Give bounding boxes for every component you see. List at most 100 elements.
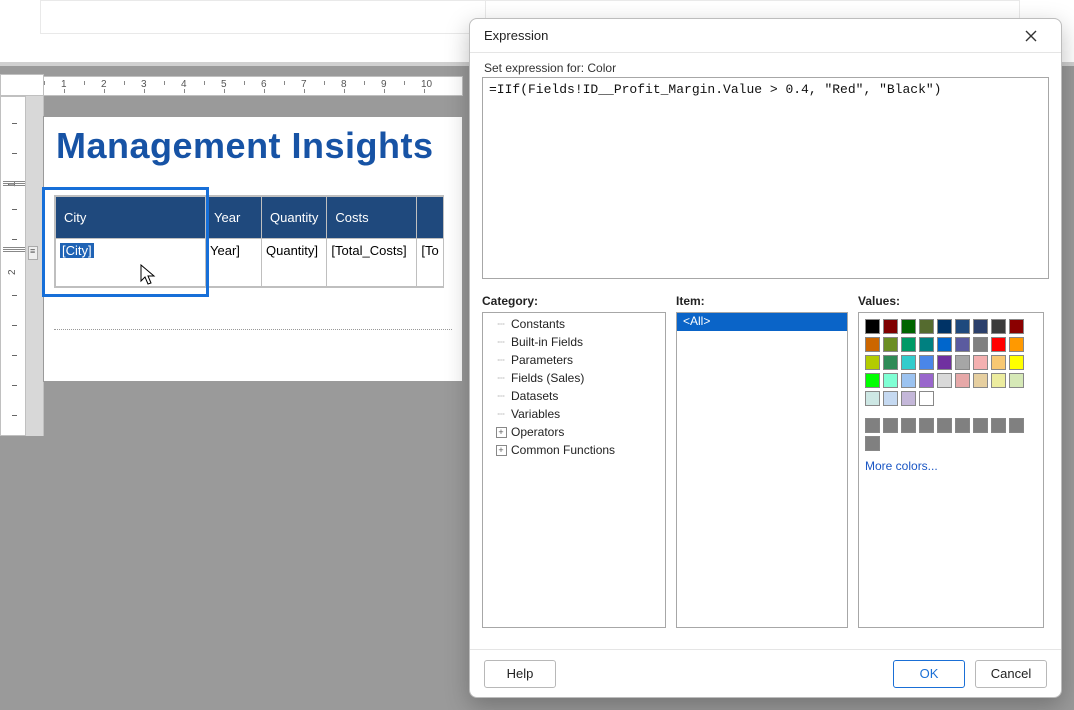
color-swatch[interactable]	[919, 319, 934, 334]
color-swatch[interactable]	[919, 391, 934, 406]
help-button[interactable]: Help	[484, 660, 556, 688]
color-swatch[interactable]	[865, 391, 880, 406]
mouse-cursor-icon	[140, 264, 158, 286]
color-swatch[interactable]	[883, 418, 898, 433]
tablix[interactable]: City Year Quantity Costs [City] Year] Qu…	[54, 195, 444, 288]
color-swatch[interactable]	[973, 373, 988, 388]
cancel-button[interactable]: Cancel	[975, 660, 1047, 688]
color-swatch[interactable]	[865, 373, 880, 388]
color-swatch[interactable]	[865, 319, 880, 334]
color-swatch[interactable]	[955, 355, 970, 370]
category-item[interactable]: ┈Datasets	[487, 387, 665, 405]
expression-dialog: Expression Set expression for: Color Cat…	[469, 18, 1062, 698]
values-panel[interactable]: More colors...	[858, 312, 1044, 628]
color-swatch[interactable]	[919, 373, 934, 388]
item-listbox[interactable]: <All>	[676, 312, 848, 628]
color-swatch[interactable]	[901, 337, 916, 352]
color-swatch[interactable]	[1009, 355, 1024, 370]
col-header-extra[interactable]	[417, 197, 443, 239]
cell-costs[interactable]: [Total_Costs]	[327, 239, 417, 287]
color-swatch[interactable]	[937, 418, 952, 433]
row-grip-handle[interactable]	[28, 246, 38, 260]
col-header-costs[interactable]: Costs	[327, 197, 417, 239]
cell-city[interactable]: [City]	[56, 239, 206, 287]
section-divider-dots	[54, 329, 452, 330]
color-swatch[interactable]	[865, 337, 880, 352]
color-swatch[interactable]	[937, 355, 952, 370]
more-colors-link[interactable]: More colors...	[865, 459, 1037, 473]
dialog-titlebar[interactable]: Expression	[470, 19, 1061, 53]
color-swatch[interactable]	[1009, 337, 1024, 352]
color-swatch[interactable]	[991, 337, 1006, 352]
color-swatch[interactable]	[1009, 373, 1024, 388]
color-swatch[interactable]	[973, 418, 988, 433]
col-header-year[interactable]: Year	[206, 197, 262, 239]
item-header: Item:	[676, 294, 848, 308]
dialog-footer: Help OK Cancel	[470, 649, 1061, 697]
cell-year[interactable]: Year]	[206, 239, 262, 287]
color-swatch[interactable]	[991, 418, 1006, 433]
dialog-title: Expression	[484, 28, 548, 43]
category-item[interactable]: ┈Variables	[487, 405, 665, 423]
color-swatch[interactable]	[883, 373, 898, 388]
ok-button[interactable]: OK	[893, 660, 965, 688]
category-item[interactable]: ┈Fields (Sales)	[487, 369, 665, 387]
vertical-ruler: 12	[0, 96, 26, 436]
values-header: Values:	[858, 294, 1044, 308]
color-swatch[interactable]	[901, 355, 916, 370]
color-swatch[interactable]	[883, 319, 898, 334]
expression-textarea[interactable]	[482, 77, 1049, 279]
set-expression-label: Set expression for: Color	[484, 61, 1049, 75]
color-swatch[interactable]	[955, 337, 970, 352]
color-swatch[interactable]	[973, 337, 988, 352]
color-swatch[interactable]	[973, 355, 988, 370]
color-swatch[interactable]	[883, 355, 898, 370]
color-swatch[interactable]	[937, 337, 952, 352]
color-swatch[interactable]	[865, 436, 880, 451]
item-row[interactable]: <All>	[677, 313, 847, 331]
horizontal-ruler: 12345678910	[43, 76, 463, 96]
cell-extra[interactable]: [To	[417, 239, 443, 287]
color-swatch[interactable]	[919, 418, 934, 433]
cell-quantity[interactable]: Quantity]	[262, 239, 327, 287]
color-swatch[interactable]	[937, 319, 952, 334]
report-design-canvas[interactable]: Management Insights City Year Quantity C…	[43, 116, 463, 382]
color-swatch[interactable]	[865, 418, 880, 433]
category-header: Category:	[482, 294, 666, 308]
color-swatch[interactable]	[991, 319, 1006, 334]
ruler-corner	[0, 74, 44, 96]
col-header-quantity[interactable]: Quantity	[262, 197, 327, 239]
color-swatches-gray	[865, 418, 1039, 451]
color-swatch[interactable]	[901, 373, 916, 388]
report-title[interactable]: Management Insights	[56, 125, 434, 167]
color-swatch[interactable]	[991, 355, 1006, 370]
color-swatch[interactable]	[883, 337, 898, 352]
category-item[interactable]: +Common Functions	[487, 441, 665, 459]
color-swatch[interactable]	[865, 355, 880, 370]
category-listbox[interactable]: ┈Constants┈Built-in Fields┈Parameters┈Fi…	[482, 312, 666, 628]
color-swatch[interactable]	[955, 418, 970, 433]
category-item[interactable]: ┈Parameters	[487, 351, 665, 369]
color-swatch[interactable]	[973, 319, 988, 334]
close-icon	[1025, 30, 1037, 42]
color-swatch[interactable]	[883, 391, 898, 406]
close-button[interactable]	[1011, 22, 1051, 50]
color-swatches	[865, 319, 1039, 406]
color-swatch[interactable]	[991, 373, 1006, 388]
category-item[interactable]: +Operators	[487, 423, 665, 441]
row-handle-strip	[26, 96, 44, 436]
color-swatch[interactable]	[1009, 418, 1024, 433]
color-swatch[interactable]	[955, 319, 970, 334]
cell-city-value: [City]	[60, 243, 94, 258]
color-swatch[interactable]	[901, 319, 916, 334]
color-swatch[interactable]	[937, 373, 952, 388]
color-swatch[interactable]	[955, 373, 970, 388]
category-item[interactable]: ┈Constants	[487, 315, 665, 333]
color-swatch[interactable]	[919, 337, 934, 352]
color-swatch[interactable]	[919, 355, 934, 370]
col-header-city[interactable]: City	[56, 197, 206, 239]
color-swatch[interactable]	[1009, 319, 1024, 334]
color-swatch[interactable]	[901, 418, 916, 433]
category-item[interactable]: ┈Built-in Fields	[487, 333, 665, 351]
color-swatch[interactable]	[901, 391, 916, 406]
